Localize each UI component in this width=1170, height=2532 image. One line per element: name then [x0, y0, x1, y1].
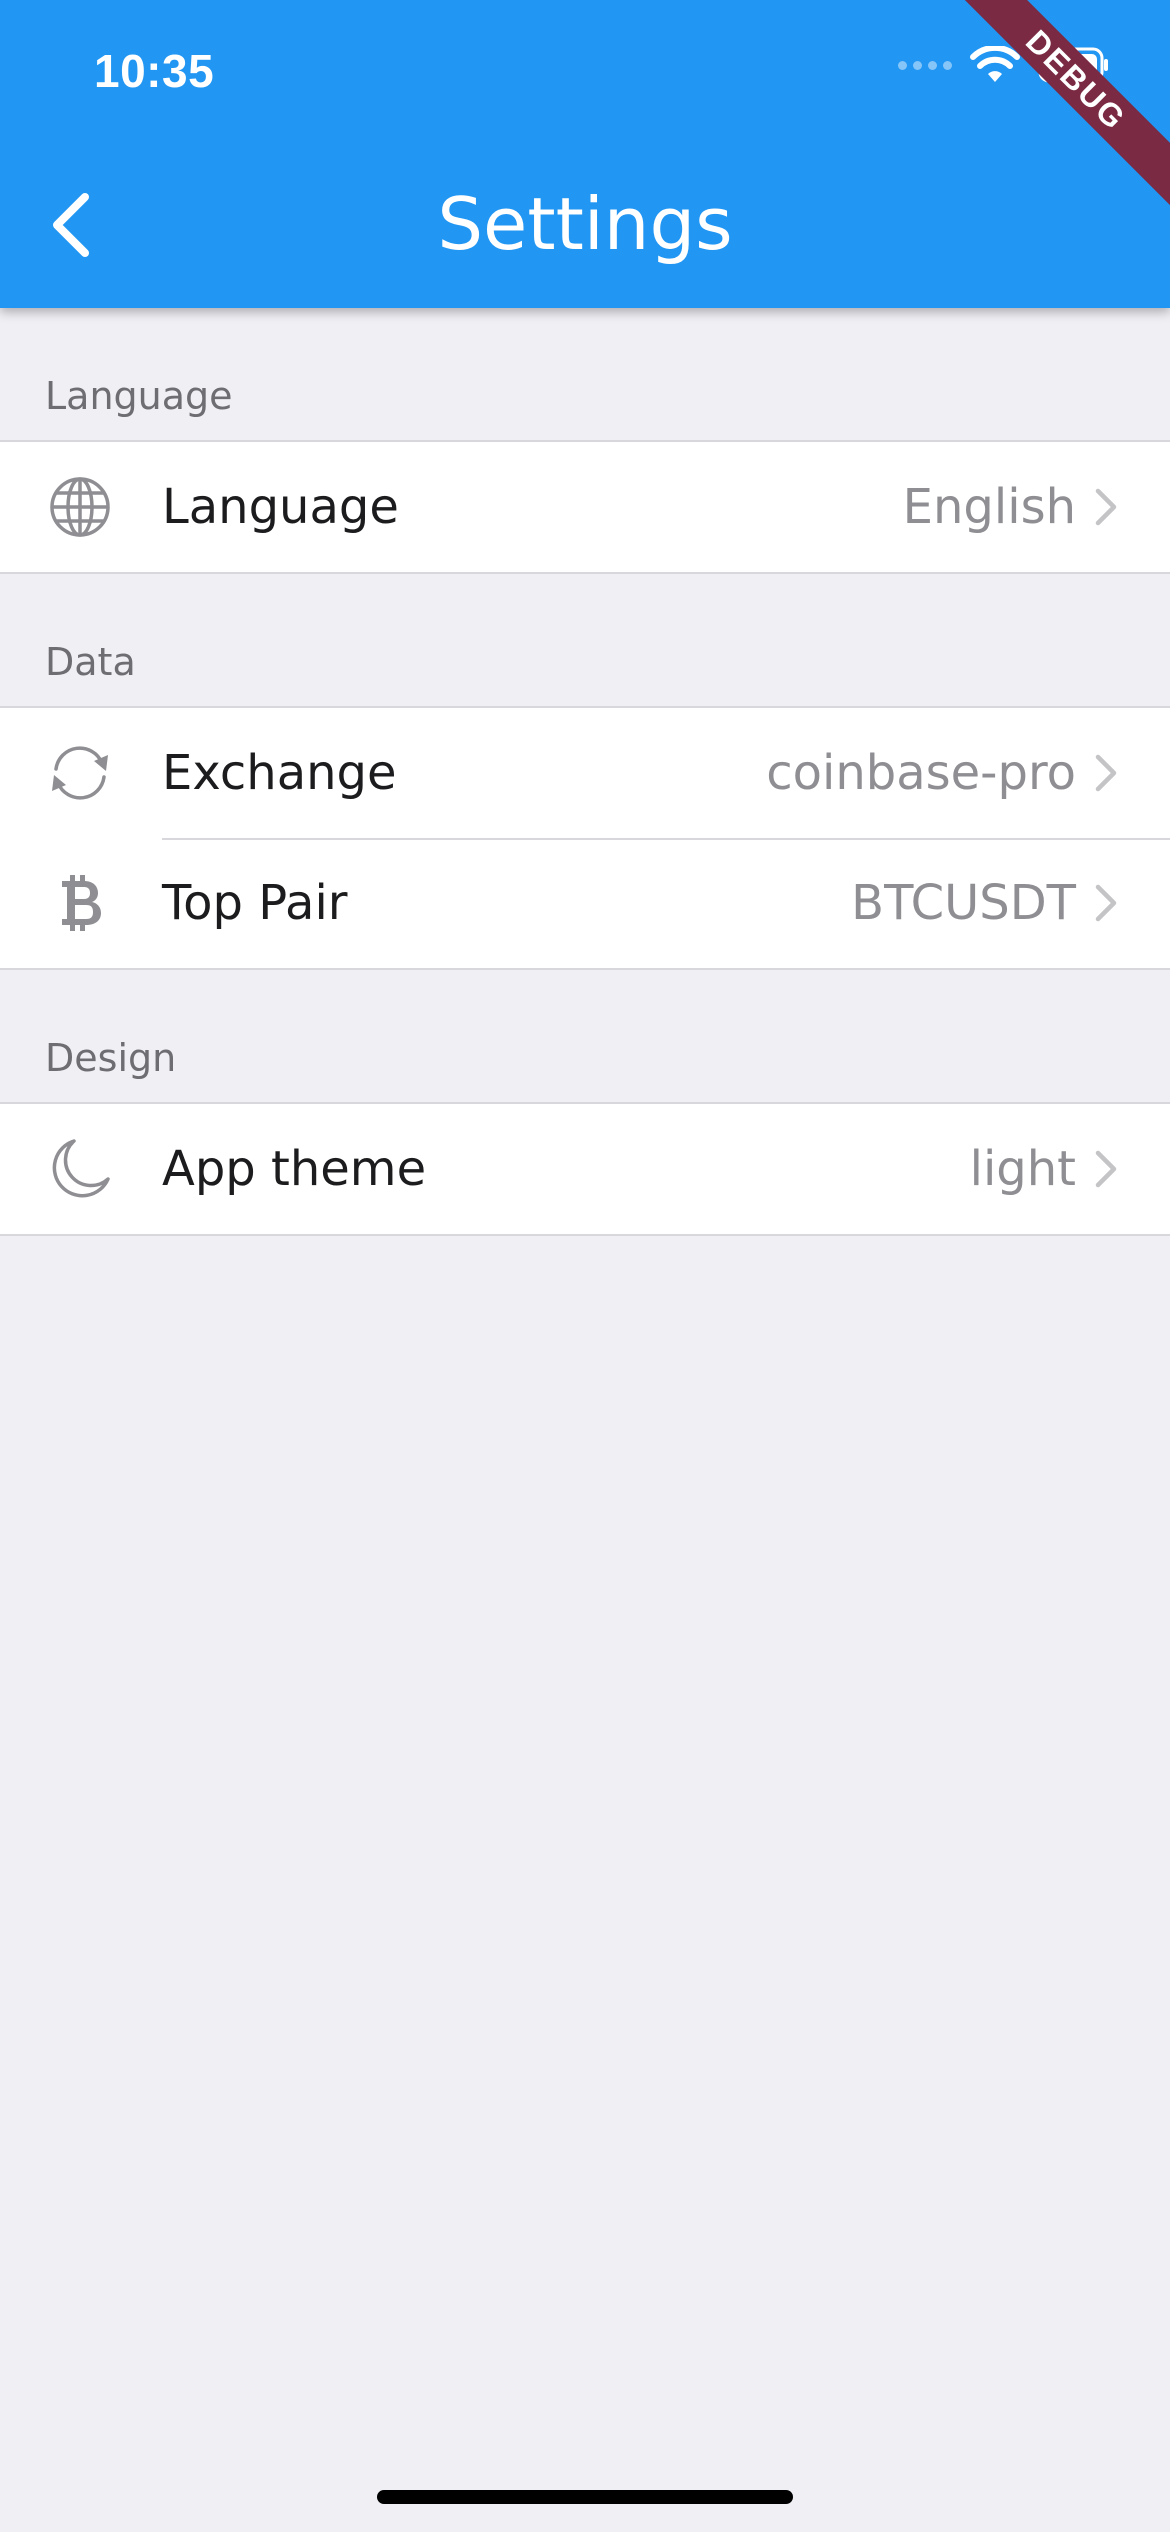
setting-row-exchange[interactable]: Exchange coinbase-pro — [0, 708, 1170, 838]
setting-label: Top Pair — [162, 875, 348, 931]
chevron-right-icon — [1094, 1149, 1154, 1189]
setting-value: English — [902, 479, 1076, 535]
status-time: 10:35 — [94, 45, 215, 97]
settings-group-design: App theme light — [0, 1102, 1170, 1236]
setting-value: light — [969, 1141, 1076, 1197]
moon-icon — [0, 1104, 162, 1234]
setting-value: BTCUSDT — [851, 875, 1076, 931]
sync-icon — [0, 708, 162, 838]
settings-list: Language Language English Data Exchange … — [0, 308, 1170, 1236]
setting-row-app-theme[interactable]: App theme light — [0, 1104, 1170, 1234]
settings-group-language: Language English — [0, 440, 1170, 574]
section-header-language: Language — [45, 374, 233, 418]
home-indicator[interactable] — [377, 2490, 793, 2504]
settings-group-data: Exchange coinbase-pro Top Pair BTCUSDT — [0, 706, 1170, 970]
section-header-data: Data — [45, 640, 136, 684]
setting-value: coinbase-pro — [766, 745, 1076, 801]
wifi-icon — [970, 46, 1020, 82]
page-title: Settings — [437, 182, 733, 266]
setting-row-top-pair[interactable]: Top Pair BTCUSDT — [0, 838, 1170, 968]
chevron-right-icon — [1094, 753, 1154, 793]
cellular-signal-icon — [898, 60, 952, 70]
chevron-right-icon — [1094, 883, 1154, 923]
app-bar: 10:35 Settings DEBUG — [0, 0, 1170, 308]
globe-icon — [0, 442, 162, 572]
setting-label: Exchange — [162, 745, 397, 801]
chevron-right-icon — [1094, 487, 1154, 527]
bitcoin-icon — [0, 838, 162, 968]
section-header-design: Design — [45, 1036, 177, 1080]
setting-label: App theme — [162, 1141, 427, 1197]
setting-row-language[interactable]: Language English — [0, 442, 1170, 572]
setting-label: Language — [162, 479, 399, 535]
